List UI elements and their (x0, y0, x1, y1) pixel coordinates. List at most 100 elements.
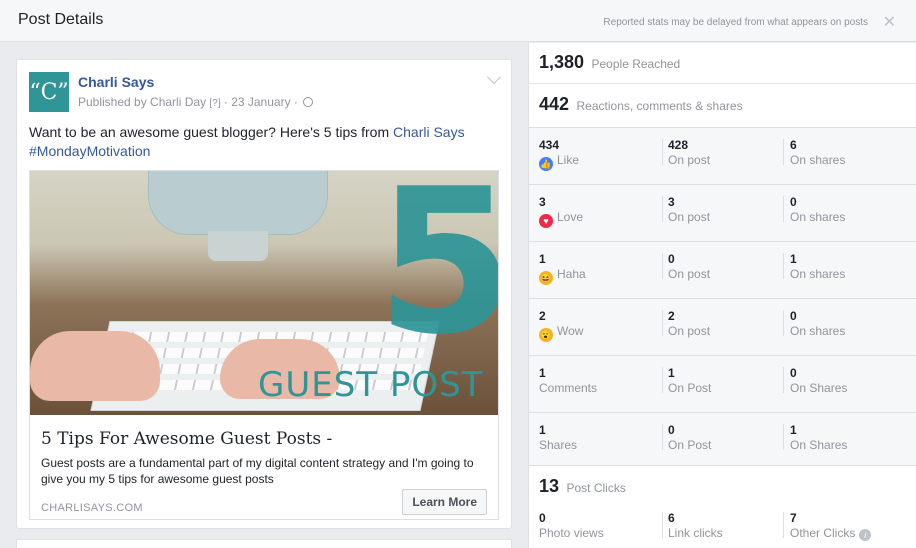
stat-label: On shares (790, 153, 846, 167)
stat-label-wrap: On Shares (790, 437, 847, 453)
stat-cell: 1 On shares (790, 252, 845, 282)
publisher-help[interactable]: [?] (209, 98, 220, 109)
page-mention-link[interactable]: Charli Says (393, 124, 465, 140)
column-divider (662, 139, 663, 165)
stat-value: 1 (790, 423, 797, 437)
column-divider (783, 367, 784, 393)
stat-label-wrap: On post (668, 266, 710, 282)
link-domain: CHARLISAYS.COM (41, 502, 143, 514)
stat-label: On Shares (790, 381, 848, 395)
stat-label-wrap: On Shares (790, 380, 847, 396)
engagement-stat: 442 Reactions, comments & shares (539, 94, 743, 115)
link-description: Guest posts are a fundamental part of my… (41, 456, 474, 486)
globe-icon (303, 97, 314, 107)
column-divider (783, 139, 784, 165)
post-clicks-stat: 13 Post Clicks (539, 476, 626, 497)
column-divider (783, 310, 784, 336)
stat-label: Haha (557, 267, 586, 281)
divider (529, 465, 916, 466)
learn-more-button[interactable]: Learn More (402, 489, 487, 515)
row-divider (529, 355, 916, 356)
haha-icon: 😆 (539, 271, 553, 285)
info-icon[interactable]: i (859, 529, 872, 541)
stat-label-wrap: On shares (790, 152, 845, 168)
stat-label: On Post (668, 381, 712, 395)
stat-label-wrap: On shares (790, 323, 845, 339)
column-divider (662, 424, 663, 450)
next-card-edge (16, 539, 512, 548)
stat-cell: 0 On post (668, 252, 710, 282)
stat-cell: 434 👍 Like (539, 138, 579, 171)
stat-value: 434 (539, 138, 560, 152)
page-avatar[interactable]: “C” (29, 72, 69, 112)
dialog-header: Post Details Reported stats may be delay… (0, 0, 916, 42)
post-stats-panel: 1,380 People Reached 442 Reactions, comm… (528, 43, 916, 548)
post-clicks-value: 13 (539, 476, 560, 496)
hashtag-link[interactable]: #MondayMotivation (29, 143, 150, 159)
close-icon[interactable]: ✕ (883, 12, 896, 32)
dialog-title: Post Details (18, 11, 104, 28)
other-clicks-value: 7 (790, 511, 797, 525)
engagement-value: 442 (539, 94, 570, 114)
stat-value: 0 (790, 309, 797, 323)
row-divider (529, 298, 916, 299)
stat-label-wrap: Comments (539, 380, 597, 396)
stat-cell: 3 ♥ Love (539, 195, 583, 228)
post-preview-panel: “C” Charli Says Published by Charli Day … (0, 43, 527, 548)
post-message-text: Want to be an awesome guest blogger? Her… (29, 124, 390, 140)
stat-label-wrap: 😆 Haha (539, 266, 586, 285)
column-divider (783, 253, 784, 279)
column-divider (783, 196, 784, 222)
monitor-shape (148, 171, 328, 235)
photo-views-value: 0 (539, 511, 546, 525)
people-reached-label: People Reached (591, 57, 681, 71)
monitor-stand-shape (208, 231, 268, 261)
stat-label-wrap: On post (668, 152, 710, 168)
like-icon: 👍 (539, 157, 553, 171)
stat-cell: 2 On post (668, 309, 710, 339)
stat-cell: 1 Shares (539, 423, 577, 453)
stat-label: On shares (790, 267, 846, 281)
stat-cell: 0 On Shares (790, 366, 847, 396)
stat-label-wrap: On post (668, 209, 710, 225)
stat-label-wrap: 👍 Like (539, 152, 579, 171)
stat-value: 1 (539, 366, 546, 380)
stat-value: 2 (539, 309, 546, 323)
row-divider (529, 184, 916, 185)
post-byline: Published by Charli Day [?] · 23 January… (78, 95, 314, 109)
stat-cell: 1 On Post (668, 366, 711, 396)
wow-icon: 😮 (539, 328, 553, 342)
stat-cell: 0 On shares (790, 195, 845, 225)
post-message: Want to be an awesome guest blogger? Her… (29, 123, 499, 161)
row-divider (529, 241, 916, 242)
stat-cell: 2 😮 Wow (539, 309, 583, 342)
link-clicks-label: Link clicks (668, 526, 723, 540)
post-date[interactable]: · 23 January · (224, 95, 298, 109)
stat-value: 1 (539, 252, 546, 266)
other-clicks-label: Other Clicks (790, 526, 856, 540)
divider (529, 127, 916, 128)
column-divider (662, 253, 663, 279)
stat-label-wrap: On shares (790, 209, 845, 225)
link-preview[interactable]: 5 GUEST POST 5 Tips For Awesome Guest Po… (29, 170, 499, 520)
stat-label-wrap: ♥ Love (539, 209, 583, 228)
stat-cell: 1 😆 Haha (539, 252, 586, 285)
link-clicks-value: 6 (668, 511, 675, 525)
stat-value: 428 (668, 138, 689, 152)
other-clicks-cell: 7 Other Clicks i (790, 511, 872, 541)
stat-label: On post (668, 210, 711, 224)
post-options-chevron-icon[interactable] (486, 69, 502, 85)
engagement-label: Reactions, comments & shares (576, 99, 743, 113)
stat-label-wrap: On Post (668, 380, 711, 396)
publisher-text: Published by Charli Day (78, 95, 207, 109)
stat-label-wrap: On Post (668, 437, 711, 453)
stat-label: On post (668, 153, 711, 167)
column-divider (662, 367, 663, 393)
row-divider (529, 412, 916, 413)
people-reached-value: 1,380 (539, 52, 585, 72)
page-name-link[interactable]: Charli Says (78, 74, 154, 90)
stat-label: Like (557, 153, 580, 167)
column-divider (662, 196, 663, 222)
stat-label-wrap: On post (668, 323, 710, 339)
stat-label-wrap: 😮 Wow (539, 323, 583, 342)
